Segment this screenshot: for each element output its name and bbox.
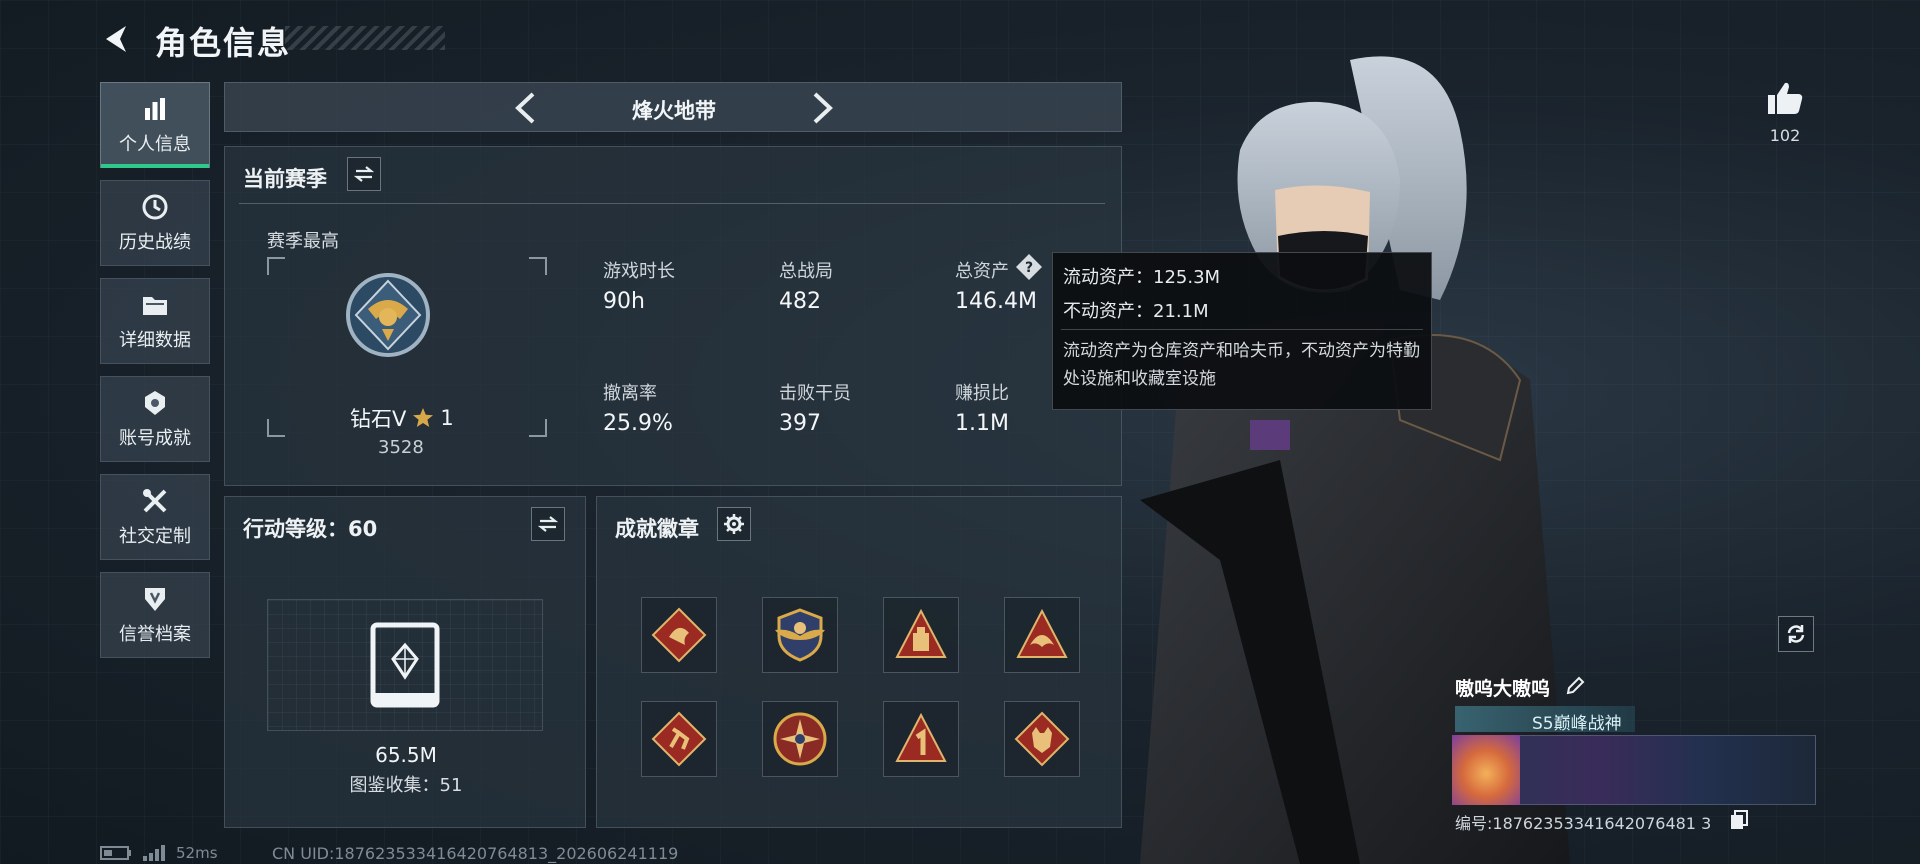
sidebar-item-label: 个人信息 xyxy=(119,134,191,155)
refresh-button[interactable] xyxy=(1778,616,1814,652)
sidebar-item-label: 账号成就 xyxy=(119,428,191,449)
panel-divider xyxy=(239,203,1105,204)
tooltip-divider xyxy=(1061,329,1423,330)
swap-icon xyxy=(538,516,558,532)
achievement-badge-slot[interactable] xyxy=(1004,701,1080,777)
tools-icon xyxy=(140,486,170,516)
stat-value-extraction-rate: 25.9% xyxy=(603,411,673,436)
sidebar-item-history[interactable]: 历史战绩 xyxy=(100,180,210,266)
dragon-badge-icon xyxy=(651,607,707,663)
player-title: S5巅峰战神 xyxy=(1532,714,1622,734)
sidebar-item-credit-record[interactable]: 信誉档案 xyxy=(100,572,210,658)
battery-icon xyxy=(100,846,131,860)
runner-badge-icon xyxy=(651,711,707,767)
signal-icon xyxy=(143,845,165,861)
bar-chart-icon xyxy=(140,94,170,124)
player-name: 嗷呜大嗷呜 xyxy=(1455,678,1551,700)
achievement-badge-slot[interactable] xyxy=(641,701,717,777)
title-decoration xyxy=(285,26,445,50)
status-bar: 52ms xyxy=(100,844,218,862)
stat-value-playtime: 90h xyxy=(603,289,645,314)
star-cross-badge-icon xyxy=(773,712,827,766)
stat-value-profit-ratio: 1.1M xyxy=(955,411,1009,436)
page-title: 角色信息 xyxy=(155,24,292,62)
rank-stars: 1 xyxy=(440,406,454,430)
sidebar-item-detailed-data[interactable]: 详细数据 xyxy=(100,278,210,364)
stat-label-playtime: 游戏时长 xyxy=(603,261,675,282)
wolf-badge-icon xyxy=(1014,711,1070,767)
shield-wing-badge-icon xyxy=(775,608,825,662)
diamond-rank-emblem-icon xyxy=(346,273,430,357)
sidebar-item-social-custom[interactable]: 社交定制 xyxy=(100,474,210,560)
swap-icon xyxy=(354,166,374,182)
achievements-panel: 成就徽章 xyxy=(596,496,1122,828)
achievement-badge-slot[interactable] xyxy=(641,597,717,673)
stat-label-profit-ratio: 赚损比 xyxy=(955,383,1009,404)
number-one-badge-icon xyxy=(895,712,947,762)
sidebar-item-personal-info[interactable]: 个人信息 xyxy=(100,82,210,168)
season-switch-button[interactable] xyxy=(347,157,381,191)
achievement-badge-slot[interactable] xyxy=(1004,597,1080,673)
achievement-badge-slot[interactable] xyxy=(762,701,838,777)
action-level-title: 行动等级：60 xyxy=(243,517,378,541)
display-case-icon xyxy=(370,622,440,708)
likes-count: 102 xyxy=(1769,126,1801,145)
gold-star-icon xyxy=(413,408,434,427)
chevron-right-icon[interactable] xyxy=(811,91,835,125)
avatar[interactable] xyxy=(1452,735,1520,805)
shield-icon xyxy=(140,584,170,614)
stat-label-extraction-rate: 撤离率 xyxy=(603,383,657,404)
gear-icon xyxy=(724,514,744,534)
stat-value-total-assets: 146.4M xyxy=(955,289,1037,314)
sidebar-item-label: 历史战绩 xyxy=(119,232,191,253)
ping-value: 52ms xyxy=(176,844,218,862)
folder-icon xyxy=(140,290,170,320)
refresh-icon xyxy=(1787,625,1805,643)
season-best-label: 赛季最高 xyxy=(267,231,339,252)
action-level-switch-button[interactable] xyxy=(531,507,565,541)
phoenix-badge-icon xyxy=(1016,608,1068,658)
sidebar-item-label: 社交定制 xyxy=(119,526,191,547)
achievement-icon xyxy=(140,388,170,418)
help-icon[interactable]: ? xyxy=(1015,253,1043,281)
achievements-settings-button[interactable] xyxy=(717,507,751,541)
rank-name: 钻石V xyxy=(350,407,407,431)
assets-tooltip: 流动资产：125.3M 不动资产：21.1M 流动资产为仓库资产和哈夫币，不动资… xyxy=(1052,252,1432,410)
stat-label-kills: 击败干员 xyxy=(779,383,851,404)
action-level-panel: 行动等级：60 65.5M 图鉴收集：51 xyxy=(224,496,586,828)
thumbs-up-icon[interactable] xyxy=(1766,80,1804,116)
sidebar-item-label: 信誉档案 xyxy=(119,624,191,645)
svg-text:?: ? xyxy=(1025,260,1033,276)
collection-value: 65.5M xyxy=(375,743,437,767)
history-clock-icon xyxy=(140,192,170,222)
collection-count: 图鉴收集：51 xyxy=(349,775,463,796)
stat-label-total-assets: 总资产 xyxy=(955,261,1009,282)
stat-value-kills: 397 xyxy=(779,411,821,436)
achievement-badge-slot[interactable] xyxy=(883,597,959,673)
achievement-badge-slot[interactable] xyxy=(883,701,959,777)
player-uid: 编号:18762353341642076481 3 xyxy=(1455,814,1712,833)
stat-label-total-matches: 总战局 xyxy=(779,261,833,282)
copy-icon[interactable] xyxy=(1730,810,1748,830)
triangle-tower-badge-icon xyxy=(895,608,947,658)
footer-uid: CN UID:187623533416420764813_20260624111… xyxy=(272,844,679,863)
tooltip-liquid-assets: 流动资产：125.3M xyxy=(1063,267,1221,288)
sidebar-item-label: 详细数据 xyxy=(119,330,191,351)
mode-selector: 烽火地带 xyxy=(224,82,1122,132)
stat-value-total-matches: 482 xyxy=(779,289,821,314)
achievements-title: 成就徽章 xyxy=(615,517,699,541)
rank-name-row: 钻石V 1 xyxy=(350,403,454,433)
tooltip-fixed-assets: 不动资产：21.1M xyxy=(1063,301,1209,322)
rank-score: 3528 xyxy=(378,437,424,458)
sidebar-item-achievements[interactable]: 账号成就 xyxy=(100,376,210,462)
season-title: 当前赛季 xyxy=(243,167,327,191)
edit-name-icon[interactable] xyxy=(1565,676,1585,696)
season-panel: 当前赛季 赛季最高 钻石V 1 3528 游戏时长 90h 总战局 482 总资… xyxy=(224,146,1122,486)
mode-label: 烽火地带 xyxy=(632,99,716,123)
tooltip-description: 流动资产为仓库资产和哈夫币，不动资产为特勤处设施和收藏室设施 xyxy=(1063,341,1420,389)
back-arrow-icon[interactable] xyxy=(100,22,134,56)
achievement-badge-slot[interactable] xyxy=(762,597,838,673)
